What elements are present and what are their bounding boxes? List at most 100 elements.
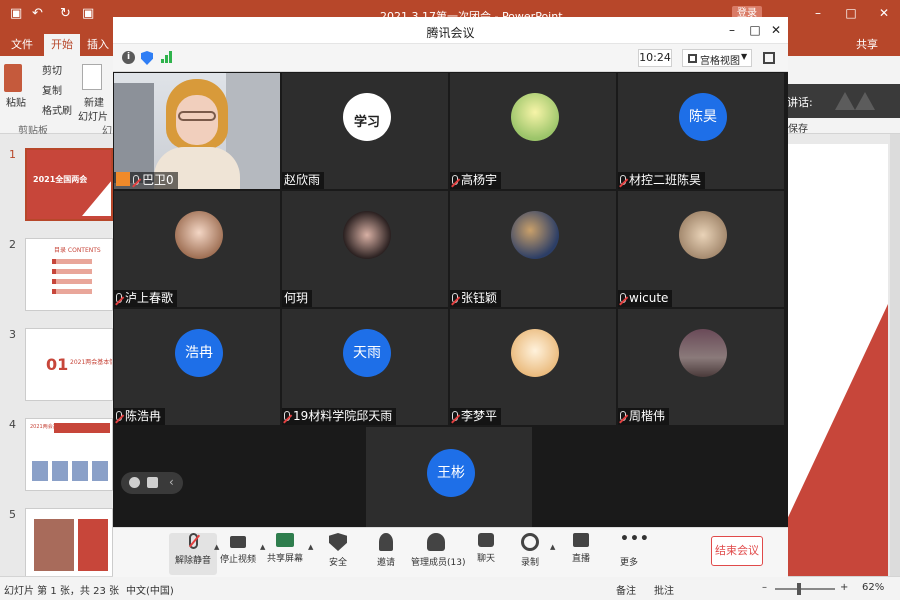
participant-tile[interactable]: 泸上春歌 bbox=[114, 191, 280, 307]
stop-video-button[interactable]: 停止视频 bbox=[214, 533, 262, 565]
participant-tile[interactable]: 陈昊 材控二班陈昊 bbox=[618, 73, 784, 189]
redo-icon[interactable]: ↻ bbox=[60, 6, 71, 21]
tab-insert[interactable]: 插入 bbox=[80, 34, 116, 56]
slide-thumbnail-1[interactable]: 2021全国两会 bbox=[25, 148, 113, 221]
security-button[interactable]: 安全 bbox=[314, 533, 362, 568]
paste-icon[interactable] bbox=[4, 64, 22, 92]
share-screen-button[interactable]: 共享屏幕 bbox=[261, 533, 309, 564]
slide-image bbox=[52, 461, 68, 481]
cut-button[interactable]: 剪切 bbox=[42, 62, 62, 77]
close-icon[interactable]: ✕ bbox=[769, 23, 783, 37]
save-icon[interactable]: ▣ bbox=[10, 6, 22, 21]
maximize-icon[interactable]: □ bbox=[843, 6, 859, 22]
format-painter-button[interactable]: 格式刷 bbox=[42, 102, 72, 117]
control-label: 直播 bbox=[571, 554, 590, 564]
zoom-level[interactable]: 62% bbox=[862, 582, 884, 593]
participant-name: 李梦平 bbox=[461, 409, 498, 423]
participant-tile[interactable]: 高杨宇 bbox=[450, 73, 616, 189]
participant-name: 何玥 bbox=[284, 291, 309, 305]
participant-tile[interactable]: 张钰颖 bbox=[450, 191, 616, 307]
slide-decoration bbox=[82, 180, 111, 216]
participant-tile[interactable]: 学习 赵欣雨 bbox=[282, 73, 448, 189]
minimize-icon[interactable]: – bbox=[810, 6, 826, 22]
tab-home[interactable]: 开始 bbox=[44, 34, 80, 56]
participant-tile[interactable]: 李梦平 bbox=[450, 309, 616, 425]
chat-button[interactable]: 聊天 bbox=[462, 533, 510, 564]
shield-icon[interactable] bbox=[141, 51, 153, 65]
mic-muted-icon bbox=[188, 533, 198, 549]
slide-count: 幻灯片 第 1 张，共 23 张 bbox=[4, 586, 119, 597]
record-button[interactable]: 录制 bbox=[506, 533, 554, 568]
participant-tile[interactable]: 何玥 bbox=[282, 191, 448, 307]
participant-name: 材控二班陈昊 bbox=[629, 173, 702, 187]
invite-button[interactable]: 邀请 bbox=[362, 533, 410, 568]
new-slide-label-2[interactable]: 幻灯片 bbox=[78, 108, 108, 123]
more-button[interactable]: ••• 更多 bbox=[605, 532, 653, 568]
participant-tile[interactable]: 浩冉 陈浩冉 bbox=[114, 309, 280, 425]
mic-muted-icon bbox=[116, 293, 122, 303]
slide-thumbnail-5[interactable] bbox=[25, 508, 113, 581]
participant-name-bar: 陈浩冉 bbox=[114, 408, 166, 425]
participant-tile[interactable]: 周楷伟 bbox=[618, 309, 784, 425]
slide-thumbnail-text: 2021全国两会 bbox=[33, 175, 88, 184]
signal-icon[interactable] bbox=[161, 51, 173, 63]
manage-members-button[interactable]: 管理成员(13) bbox=[411, 533, 465, 568]
slide-edit-area[interactable] bbox=[786, 144, 888, 576]
participant-avatar: 天雨 bbox=[343, 329, 391, 377]
unmute-button[interactable]: 解除静音 bbox=[169, 533, 217, 575]
info-icon[interactable]: i bbox=[122, 51, 135, 64]
fullscreen-icon[interactable] bbox=[763, 52, 775, 64]
mic-muted-icon bbox=[452, 175, 458, 185]
chevron-down-icon: ▼ bbox=[741, 52, 748, 61]
vertical-scrollbar[interactable] bbox=[890, 134, 900, 576]
status-bar: 幻灯片 第 1 张，共 23 张 中文(中国) 备注 批注 – + 62% bbox=[0, 576, 900, 600]
zoom-out-icon[interactable]: – bbox=[762, 582, 767, 593]
meeting-title: 腾讯会议 bbox=[426, 26, 475, 40]
minimize-icon[interactable]: – bbox=[725, 23, 739, 37]
tab-file[interactable]: 文件 bbox=[4, 34, 40, 56]
close-icon[interactable]: ✕ bbox=[876, 6, 892, 22]
language[interactable]: 中文(中国) bbox=[126, 582, 174, 597]
notes-button[interactable]: 备注 bbox=[616, 582, 636, 597]
start-slideshow-icon[interactable]: ▣ bbox=[82, 6, 94, 21]
participant-tile[interactable]: wicute bbox=[618, 191, 784, 307]
undo-icon[interactable]: ↶ bbox=[32, 6, 43, 21]
new-slide-label[interactable]: 新建 bbox=[84, 94, 104, 109]
zoom-in-icon[interactable]: + bbox=[840, 582, 848, 593]
meeting-time: 10:24 bbox=[638, 49, 672, 67]
zoom-slider[interactable] bbox=[775, 588, 835, 590]
control-label: 解除静音 bbox=[174, 556, 211, 566]
slide-number: 1 bbox=[9, 148, 16, 161]
new-slide-icon[interactable] bbox=[82, 64, 102, 90]
view-mode-select[interactable]: 宫格视图 ▼ bbox=[682, 49, 752, 67]
reaction-toolbar[interactable]: ‹ bbox=[121, 472, 183, 494]
chevron-left-icon[interactable]: ‹ bbox=[169, 475, 174, 489]
avatar-text: 浩冉 bbox=[185, 345, 213, 361]
share-screen-icon bbox=[276, 533, 294, 547]
emoji-icon[interactable] bbox=[129, 477, 140, 488]
participant-tile[interactable]: 天雨 19材料学院邱天雨 bbox=[282, 309, 448, 425]
live-button[interactable]: 直播 bbox=[557, 533, 605, 564]
share-button[interactable]: 共享 bbox=[856, 36, 878, 52]
slide-thumbnail-3[interactable]: 01 2021两会基本情况 bbox=[25, 328, 113, 401]
maximize-icon[interactable]: □ bbox=[748, 23, 762, 37]
participant-tile[interactable]: 巴卫0 bbox=[114, 73, 280, 189]
participant-avatar: 学习 bbox=[343, 93, 391, 141]
participant-tile[interactable]: 王彬 bbox=[366, 427, 532, 527]
comments-button[interactable]: 批注 bbox=[654, 582, 674, 597]
slide-canvas bbox=[786, 134, 900, 576]
chat-bubble-icon[interactable] bbox=[147, 477, 158, 488]
slide-thumbnail-2[interactable]: 目录 CONTENTS bbox=[25, 238, 113, 311]
chevron-up-icon[interactable]: ▲ bbox=[308, 543, 313, 551]
slide-thumbnail-4[interactable]: 2021两会基本情况 bbox=[25, 418, 113, 491]
copy-button[interactable]: 复制 bbox=[42, 82, 62, 97]
mic-muted-icon bbox=[620, 175, 626, 185]
participant-name: 高杨宇 bbox=[461, 173, 498, 187]
participant-name-bar: 高杨宇 bbox=[450, 172, 502, 189]
participant-name: 19材料学院邱天雨 bbox=[293, 409, 393, 423]
chevron-up-icon[interactable]: ▲ bbox=[550, 543, 555, 551]
zoom-slider-thumb[interactable] bbox=[797, 583, 801, 595]
mic-muted-icon bbox=[452, 293, 458, 303]
paste-label[interactable]: 粘贴 bbox=[6, 94, 26, 109]
end-meeting-button[interactable]: 结束会议 bbox=[711, 536, 763, 566]
